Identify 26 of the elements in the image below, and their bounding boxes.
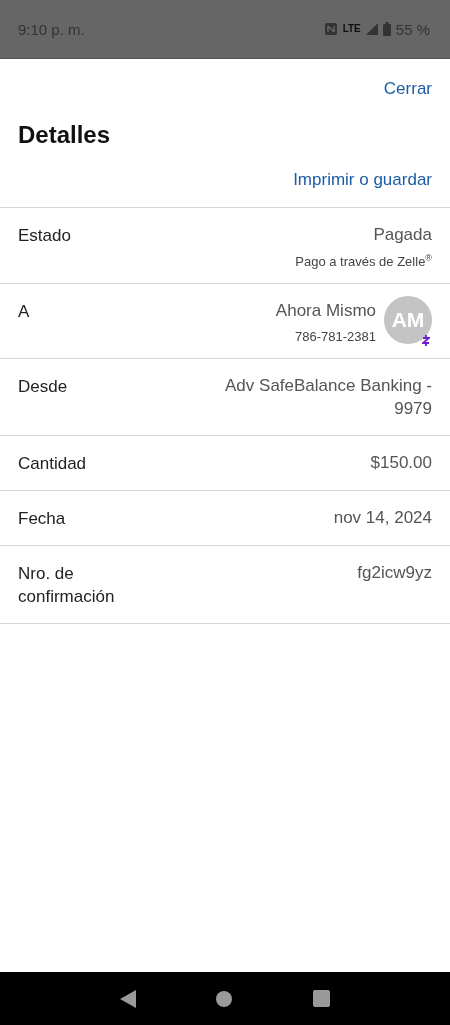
zelle-badge-icon (422, 335, 430, 347)
close-link[interactable]: Cerrar (383, 79, 432, 99)
detail-label: Cantidad (18, 453, 88, 476)
detail-label: A (18, 301, 31, 324)
detail-value: fg2icw9yz (357, 562, 432, 584)
detail-label: Nro. de confirmación (18, 563, 116, 608)
network-type: LTE (342, 24, 361, 34)
print-link[interactable]: Imprimir o guardar (293, 170, 432, 190)
page-title: Detalles (18, 121, 112, 149)
detail-value: nov 14, 2024 (333, 507, 432, 530)
detail-label: Desde (18, 376, 69, 399)
detail-label: Estado (18, 225, 72, 247)
detail-value: Adv SafeBalance Banking - 9979 (224, 375, 432, 421)
detail-value: $150.00 (370, 452, 432, 475)
avatar: AM (384, 296, 432, 345)
recents-icon[interactable] (312, 990, 330, 1007)
detail-subtext: 786-781-2381 (295, 329, 376, 345)
battery-icon (382, 22, 391, 36)
detail-label: Fecha (18, 508, 67, 531)
home-icon[interactable] (216, 990, 233, 1007)
detail-subtext: Pago a través de Zelle$^{®}$ (295, 252, 432, 270)
signal-icon (365, 23, 378, 35)
back-icon[interactable] (120, 989, 137, 1008)
nfc-icon (323, 22, 338, 36)
detail-value: Ahora Mismo (275, 300, 376, 323)
detail-value: Pagada (373, 224, 432, 246)
